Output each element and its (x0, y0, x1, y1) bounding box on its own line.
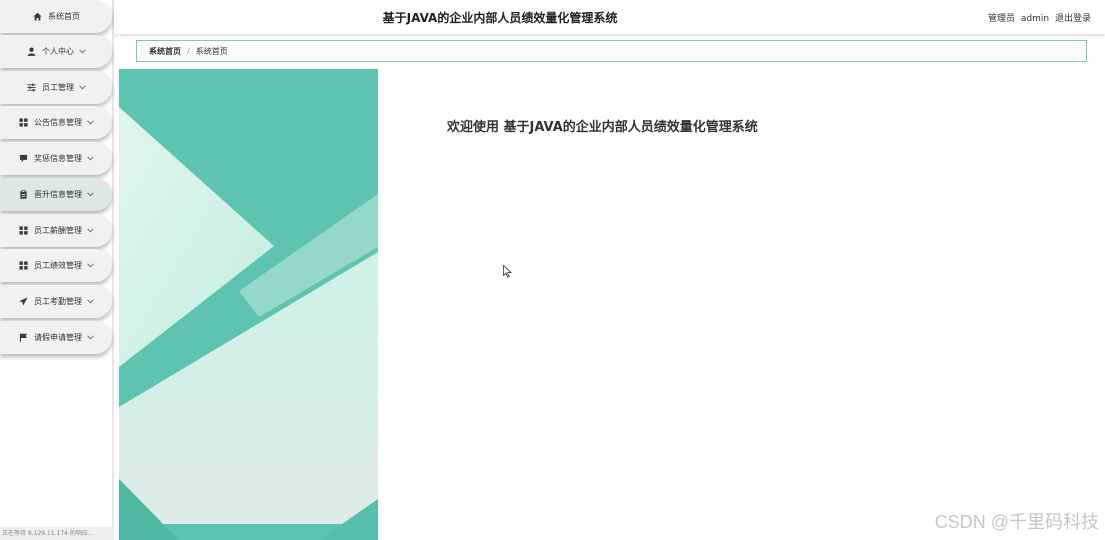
sidebar-item-label: 晋升信息管理 (34, 190, 82, 199)
mouse-cursor-icon (503, 263, 513, 282)
breadcrumb-item-home[interactable]: 系统首页 (149, 46, 181, 57)
sidebar-item-reward-penalty[interactable]: 奖惩信息管理 (0, 142, 112, 175)
chevron-down-icon (86, 262, 94, 270)
grid-icon (18, 261, 28, 271)
chevron-down-icon (78, 48, 86, 56)
sidebar-item-promotion[interactable]: 晋升信息管理 (0, 178, 112, 211)
flag-icon (18, 333, 28, 343)
sidebar-item-label: 员工薪酬管理 (34, 226, 82, 235)
sidebar-item-label: 公告信息管理 (34, 118, 82, 127)
sidebar-item-performance[interactable]: 员工绩效管理 (0, 249, 112, 282)
send-icon (18, 297, 28, 307)
logout-link[interactable]: 退出登录 (1055, 14, 1091, 24)
chevron-down-icon (86, 191, 94, 199)
chevron-down-icon (86, 227, 94, 235)
breadcrumb-separator: / (187, 46, 190, 56)
sidebar-item-label: 员工绩效管理 (34, 261, 82, 270)
user-icon (26, 47, 36, 57)
chevron-down-icon (86, 334, 94, 342)
chevron-down-icon (78, 84, 86, 92)
sidebar-item-notice[interactable]: 公告信息管理 (0, 106, 112, 139)
breadcrumb: 系统首页 / 系统首页 (136, 40, 1087, 62)
user-area: 管理员 admin 退出登录 (985, 11, 1091, 24)
sidebar-item-label: 员工管理 (42, 83, 74, 92)
comment-icon (18, 154, 28, 164)
sliders-icon (26, 83, 36, 93)
sidebar-item-attendance[interactable]: 员工考勤管理 (0, 285, 112, 318)
sidebar-item-label: 奖惩信息管理 (34, 154, 82, 163)
sidebar-item-employee[interactable]: 员工管理 (0, 71, 112, 104)
welcome-heading: 欢迎使用 基于JAVA的企业内部人员绩效量化管理系统 (447, 120, 758, 135)
grid-icon (18, 118, 28, 128)
sidebar-item-salary[interactable]: 员工薪酬管理 (0, 214, 112, 247)
breadcrumb-item-current: 系统首页 (195, 46, 228, 56)
browser-status-bar: 正在等待 8.129.11.174 的响应... (0, 527, 114, 540)
clipboard-icon (18, 190, 28, 200)
user-role: 管理员 (988, 14, 1016, 24)
sidebar-item-label: 员工考勤管理 (34, 297, 82, 306)
sidebar-item-leave[interactable]: 请假申请管理 (0, 321, 112, 354)
sidebar-item-label: 个人中心 (42, 47, 74, 56)
sidebar: 系统首页 个人中心 员工管理 公告信息管理 奖惩信息管理 晋升信息管理 员工薪酬… (0, 0, 114, 540)
top-navbar: 基于JAVA的企业内部人员绩效量化管理系统 管理员 admin 退出登录 (114, 0, 1105, 34)
chevron-down-icon (86, 119, 94, 127)
grid-icon (18, 226, 28, 236)
sidebar-item-label: 请假申请管理 (34, 333, 82, 342)
hero-image (119, 69, 378, 540)
watermark: CSDN @千里码科技 (934, 512, 1099, 532)
chevron-down-icon (86, 298, 94, 306)
username: admin (1020, 14, 1050, 24)
app-title: 基于JAVA的企业内部人员绩效量化管理系统 (382, 11, 618, 25)
sidebar-item-personal-center[interactable]: 个人中心 (0, 35, 112, 68)
chevron-down-icon (86, 155, 94, 163)
